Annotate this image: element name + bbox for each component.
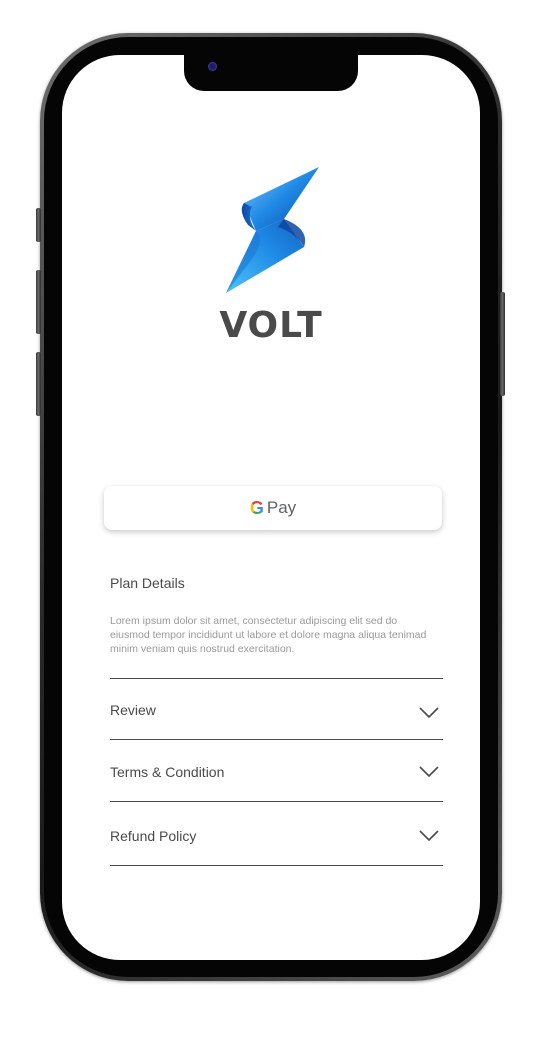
volt-logo-icon: [226, 167, 319, 293]
app-screen: VOLT G Pay Plan Details Lorem ipsum dolo…: [62, 55, 480, 960]
chevron-down-icon[interactable]: [419, 830, 439, 842]
accordion-refund-policy[interactable]: Refund Policy: [110, 820, 443, 860]
volume-down-button: [36, 352, 41, 416]
accordion-label: Terms & Condition: [110, 764, 225, 780]
chevron-down-icon[interactable]: [419, 707, 439, 719]
accordion-label: Refund Policy: [110, 828, 197, 844]
accordion-label: Review: [110, 702, 156, 718]
divider: [110, 801, 443, 802]
power-button: [500, 292, 505, 396]
notch: [184, 55, 358, 91]
google-pay-button[interactable]: G Pay: [104, 486, 442, 530]
chevron-down-icon[interactable]: [419, 766, 439, 778]
divider: [110, 678, 443, 679]
divider: [110, 739, 443, 740]
silent-switch: [36, 208, 41, 242]
accordion-terms-condition[interactable]: Terms & Condition: [110, 756, 443, 796]
plan-details-title: Plan Details: [110, 575, 185, 591]
front-camera-icon: [208, 62, 217, 71]
volume-up-button: [36, 270, 41, 334]
google-pay-label: Pay: [266, 498, 297, 517]
accordion-review[interactable]: Review: [110, 695, 443, 735]
brand-name: VOLT: [219, 305, 323, 346]
plan-details-description: Lorem ipsum dolor sit amet, consectetur …: [110, 615, 427, 655]
divider: [110, 865, 443, 866]
google-g-icon: G: [249, 497, 264, 518]
